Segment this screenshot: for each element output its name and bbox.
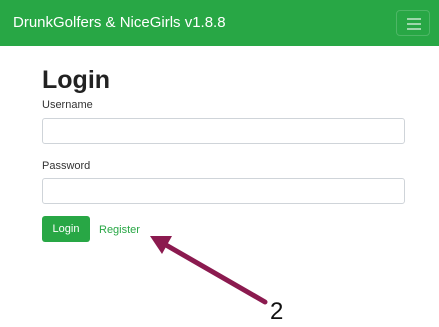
page: DrunkGolfers & NiceGirls v1.8.8 Login Us… [0,0,439,327]
annotation-arrow [150,236,268,305]
annotation-number-label: 2 [270,298,284,325]
annotation-arrow-shaft [163,242,268,305]
